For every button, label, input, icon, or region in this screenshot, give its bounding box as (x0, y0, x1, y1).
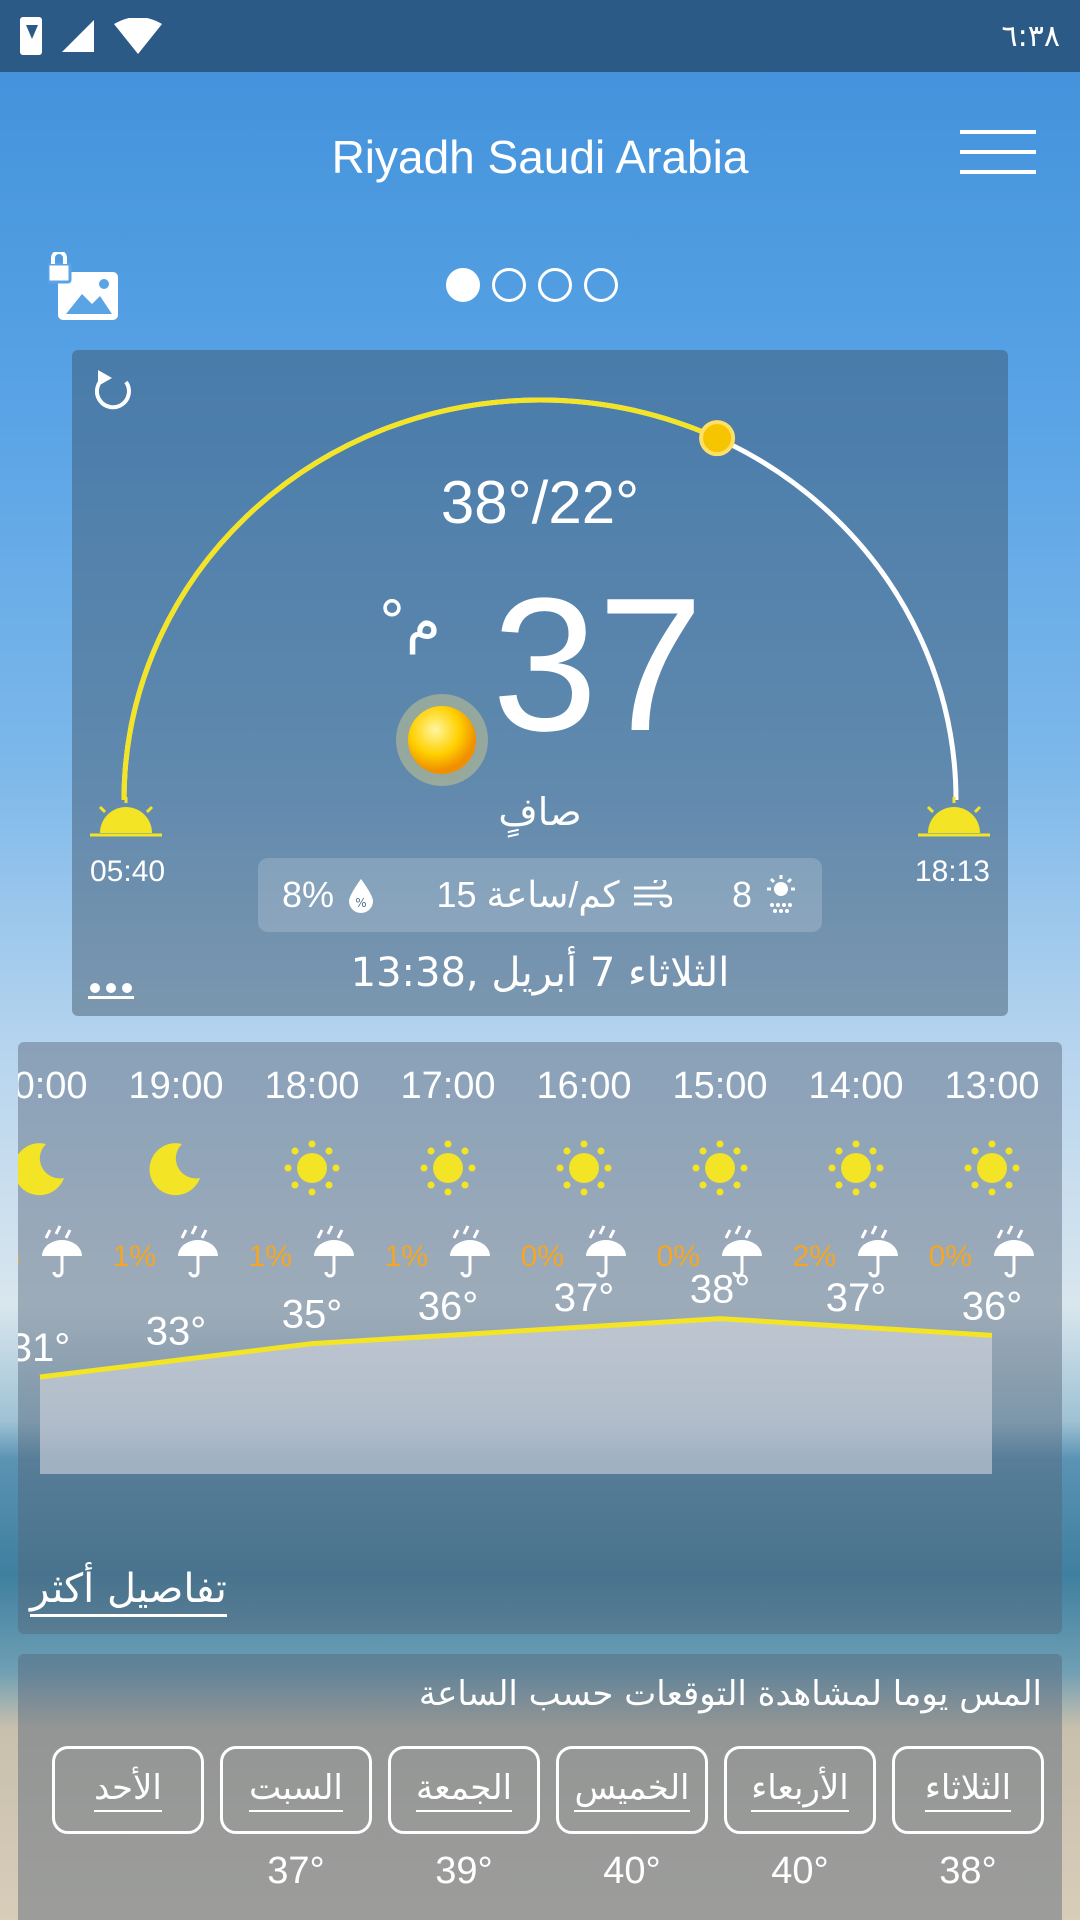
day-tab-friday[interactable]: الجمعة (388, 1746, 540, 1834)
wind-value: 15 كم/ساعة (436, 874, 620, 915)
hourly-forecast-card[interactable]: 13:00 0% 36° 14:00 2% 37° 15:00 0% 38° 16:00 0% 37°… (18, 1042, 1062, 1634)
day-tab-tuesday[interactable]: الثلاثاء (892, 1746, 1044, 1834)
sun-icon (964, 1140, 1020, 1196)
day-temp: 38° (939, 1850, 997, 1892)
day-tab-wednesday[interactable]: الأربعاء (724, 1746, 876, 1834)
page-dot[interactable] (492, 268, 526, 302)
umbrella-rain-icon (178, 1225, 218, 1278)
page-dot[interactable] (584, 268, 618, 302)
header: Riyadh Saudi Arabia (0, 100, 1080, 220)
page-dot[interactable] (538, 268, 572, 302)
status-bar: ٦:٣٨ (0, 0, 1080, 72)
current-datetime: 13:38, الثلاثاء 7 أبريل (350, 950, 730, 996)
hour-label: 16:00 (536, 1065, 631, 1107)
hour-temp: 37° (554, 1276, 615, 1320)
wifi-icon (114, 18, 162, 54)
status-time: ٦:٣٨ (1001, 18, 1060, 54)
sun-icon (692, 1140, 748, 1196)
rain-chance: 1% (385, 1240, 428, 1273)
hour-label: 18:00 (264, 1065, 359, 1107)
hour-temp: 37° (826, 1276, 887, 1320)
humidity-stat: 8% % (282, 874, 376, 916)
hour-temp: 36° (418, 1284, 479, 1328)
hour-temp: 35° (282, 1293, 343, 1337)
umbrella-rain-icon (42, 1225, 82, 1278)
signal-icon (62, 20, 94, 52)
more-options-icon[interactable] (88, 980, 134, 1000)
temp-unit[interactable]: °م (378, 590, 441, 655)
sunrise-time: 05:40 (90, 855, 166, 888)
hour-temp: 31° (18, 1326, 70, 1370)
hour-label: 15:00 (672, 1065, 767, 1107)
rain-chance: 0% (521, 1240, 564, 1273)
wind-icon (633, 880, 672, 908)
uv-value: 8 (731, 874, 752, 915)
hour-label: 17:00 (400, 1065, 495, 1107)
rain-chance: 1% (18, 1240, 20, 1273)
day-tab-sunday[interactable]: الأحد (52, 1746, 204, 1834)
moon-icon (18, 1143, 64, 1196)
day-temp: 40° (771, 1850, 829, 1892)
rain-chance: 1% (249, 1240, 292, 1273)
rain-chance: 2% (793, 1240, 836, 1273)
more-details-link[interactable]: تفاصيل أكثر (30, 1566, 227, 1617)
umbrella-rain-icon (314, 1225, 354, 1278)
umbrella-rain-icon (994, 1225, 1034, 1278)
city-title[interactable]: Riyadh Saudi Arabia (0, 130, 1080, 184)
moon-icon (149, 1143, 200, 1196)
page-dot-active[interactable] (446, 268, 480, 302)
hour-label: 20:00 (18, 1065, 88, 1107)
page-indicator (446, 268, 618, 302)
day-temp: 37° (267, 1850, 325, 1892)
current-temperature: 37 (492, 559, 704, 771)
hour-temp: 36° (962, 1284, 1023, 1328)
day-temps: 38° 40° 40° 39° 37° (52, 1850, 1044, 1893)
uv-index-icon (767, 875, 795, 913)
hour-temp: 38° (690, 1268, 751, 1312)
hour-label: 14:00 (808, 1065, 903, 1107)
battery-charging-icon (20, 17, 42, 55)
wind-stat: 15 كم/ساعة (436, 874, 672, 916)
svg-text:%: % (355, 896, 366, 910)
hour-label: 19:00 (128, 1065, 223, 1107)
day-temp: 40° (603, 1850, 661, 1892)
temp-high-low: 38°/22° (440, 469, 640, 536)
daily-forecast-card: المس يوما لمشاهدة التوقعات حسب الساعة ال… (18, 1654, 1062, 1920)
rain-chance: 0% (929, 1240, 972, 1273)
menu-icon (960, 130, 1036, 134)
umbrella-rain-icon (450, 1225, 490, 1278)
stats-bar: 8% % 15 كم/ساعة 8 (258, 858, 822, 932)
clear-sky-icon (396, 694, 488, 786)
day-tab-saturday[interactable]: السبت (220, 1746, 372, 1834)
sun-position-icon (699, 420, 736, 457)
umbrella-rain-icon (858, 1225, 898, 1278)
daily-hint: المس يوما لمشاهدة التوقعات حسب الساعة (418, 1674, 1042, 1714)
hour-label: 13:00 (944, 1065, 1039, 1107)
humidity-value: 8% (282, 874, 335, 915)
day-temp: 39° (435, 1850, 493, 1892)
hourly-forecast-chart: 13:000%36°14:002%37°15:000%38°16:000%37°… (18, 1065, 1040, 1474)
current-weather-card[interactable]: 38°/22° °م 37 صافٍ 05:40 18:13 8% % 15 ك… (72, 350, 1008, 1016)
humidity-drop-icon: % (349, 879, 374, 913)
sun-icon (420, 1140, 476, 1196)
refresh-icon[interactable] (90, 368, 136, 414)
sun-icon (556, 1140, 612, 1196)
status-icons (20, 17, 162, 55)
condition-text: صافٍ (498, 790, 582, 834)
umbrella-rain-icon (586, 1225, 626, 1278)
sunset-time: 18:13 (914, 855, 990, 888)
sun-icon (828, 1140, 884, 1196)
lock-background-icon[interactable] (48, 252, 120, 322)
day-temp (52, 1850, 204, 1893)
day-tabs: الثلاثاء الأربعاء الخميس الجمعة السبت ال… (52, 1746, 1044, 1834)
uv-stat: 8 (732, 874, 798, 916)
hour-temp: 33° (146, 1309, 207, 1353)
menu-button[interactable] (960, 130, 1036, 186)
sun-icon (284, 1140, 340, 1196)
day-tab-thursday[interactable]: الخميس (556, 1746, 708, 1834)
sunset-icon (918, 797, 990, 837)
sunrise-icon (90, 797, 162, 837)
rain-chance: 1% (113, 1240, 156, 1273)
